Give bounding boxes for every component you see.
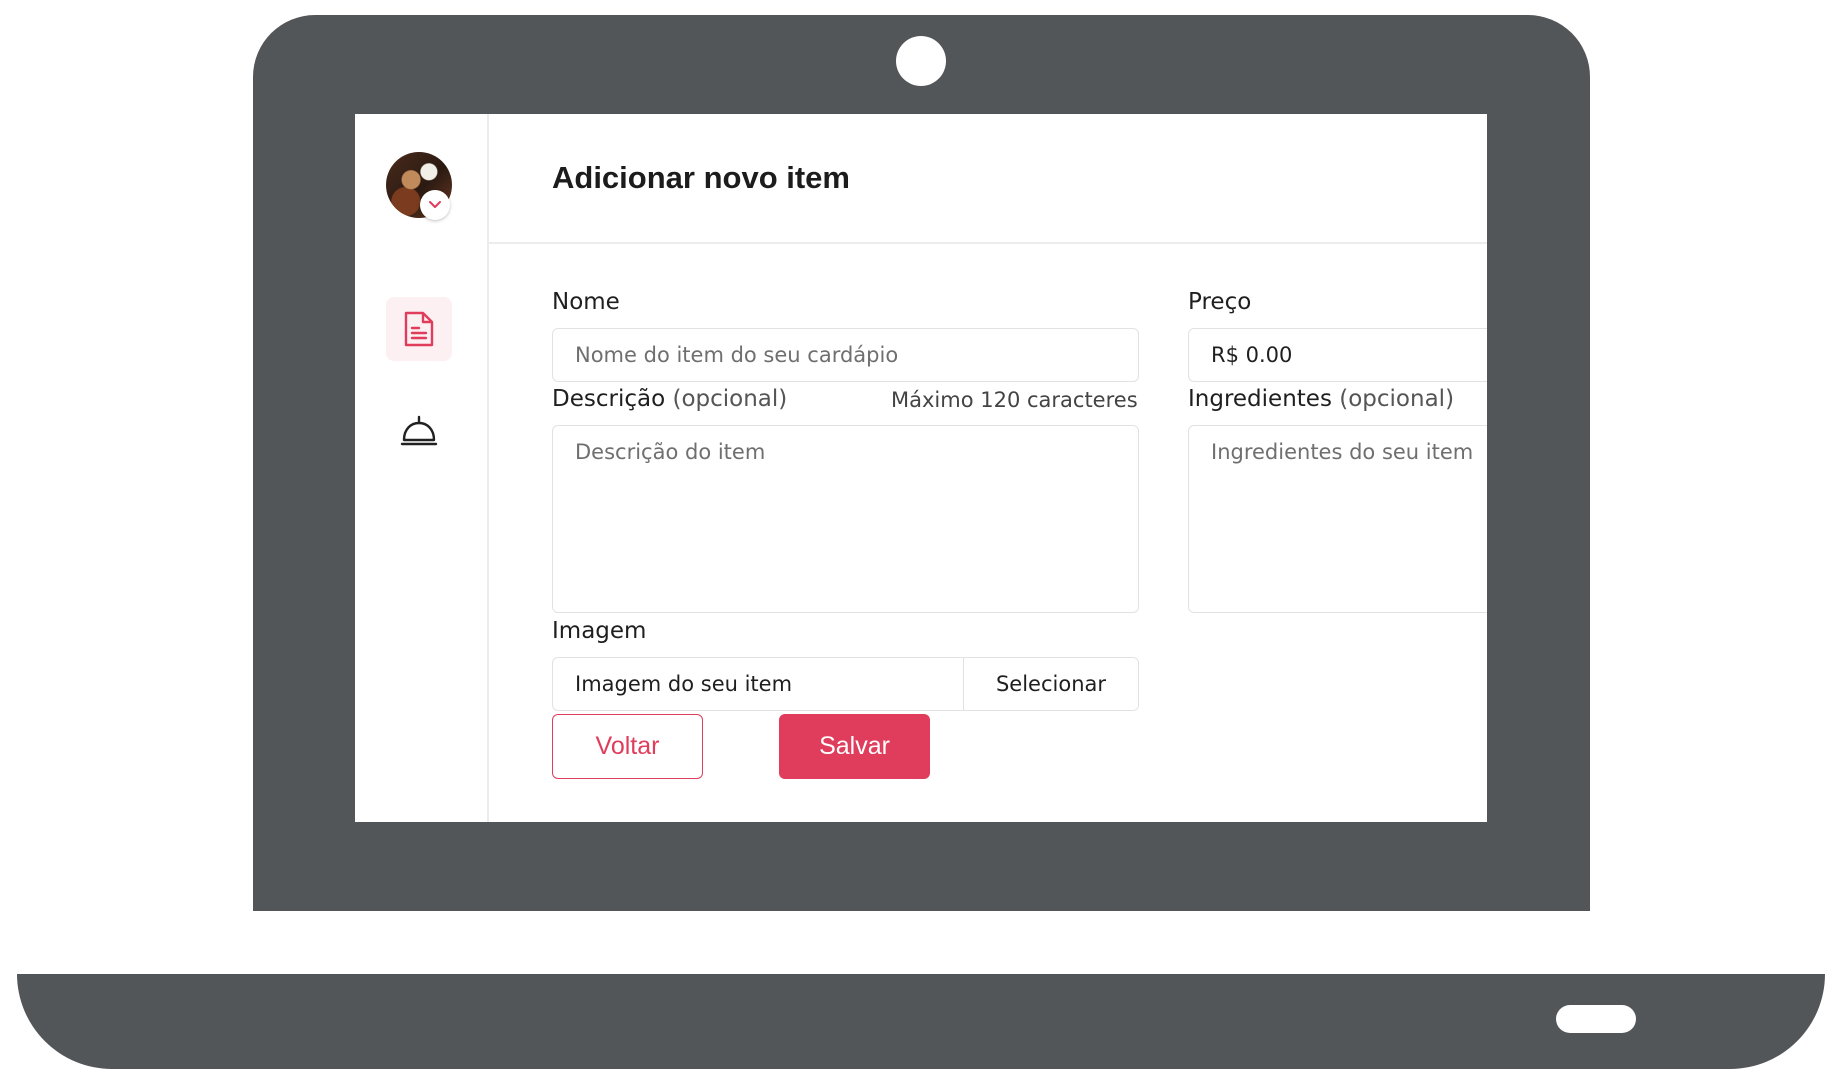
laptop-base [17, 974, 1825, 1069]
price-label-text: Preço [1188, 289, 1252, 315]
image-file-placeholder: Imagem do seu item [575, 672, 793, 696]
description-label-text: Descrição [552, 386, 666, 412]
name-label: Nome [552, 289, 620, 315]
page-header: Adicionar novo item [488, 114, 1487, 244]
back-button[interactable]: Voltar [552, 714, 703, 779]
image-file-input[interactable]: Imagem do seu item Selecionar [552, 657, 1139, 711]
main-content: Adicionar novo item Nome Preço Descrição… [488, 114, 1487, 822]
image-label: Imagem [552, 618, 646, 644]
sidebar-item-orders[interactable] [386, 399, 452, 463]
select-image-button[interactable]: Selecionar [963, 658, 1138, 710]
description-optional-text: (opcional) [672, 386, 788, 412]
price-input[interactable] [1188, 328, 1487, 382]
document-icon [404, 311, 434, 347]
cloche-icon [400, 415, 438, 446]
price-label: Preço [1188, 289, 1251, 315]
image-label-text: Imagem [552, 618, 647, 644]
description-hint: Máximo 120 caracteres [891, 388, 1138, 412]
camera-icon [896, 36, 946, 86]
description-label: Descrição (opcional) [552, 386, 787, 412]
ingredients-label-text: Ingredientes [1188, 386, 1332, 412]
trackpad-slot [1556, 1005, 1636, 1033]
save-button[interactable]: Salvar [779, 714, 930, 779]
ingredients-textarea[interactable] [1188, 425, 1487, 613]
app-screen: Adicionar novo item Nome Preço Descrição… [355, 114, 1487, 822]
page-title: Adicionar novo item [552, 160, 850, 195]
account-dropdown[interactable] [420, 190, 450, 220]
sidebar [355, 114, 489, 822]
name-input[interactable] [552, 328, 1139, 382]
ingredients-label: Ingredientes (opcional) [1188, 386, 1454, 412]
ingredients-optional-text: (opcional) [1339, 386, 1455, 412]
sidebar-item-menu[interactable] [386, 297, 452, 361]
description-textarea[interactable] [552, 425, 1139, 613]
name-label-text: Nome [552, 289, 620, 315]
chevron-down-icon [429, 201, 441, 208]
